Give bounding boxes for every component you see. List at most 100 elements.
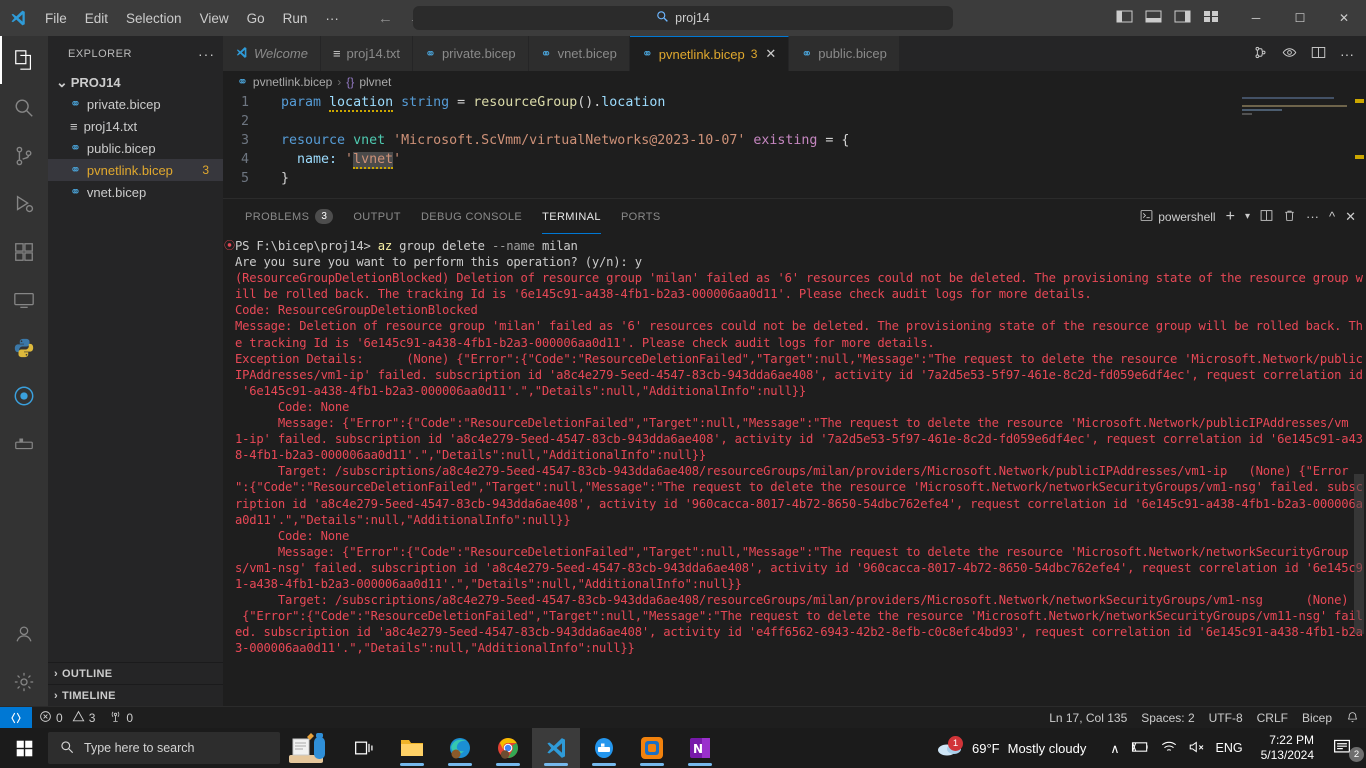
status-encoding[interactable]: UTF-8 [1202,707,1250,729]
command-center[interactable]: proj14 [413,6,953,30]
code-text[interactable]: } [269,169,289,188]
wifi-icon[interactable] [1160,740,1178,757]
customize-layout-icon[interactable] [1203,9,1220,27]
show-hidden-icons-chevron[interactable]: ∧ [1110,741,1119,756]
split-terminal-icon[interactable] [1260,209,1273,225]
file-item-pvnetlink-bicep[interactable]: ⚭ pvnetlink.bicep 3 [48,159,223,181]
menu-more[interactable]: ··· [316,0,348,36]
activity-docker[interactable] [0,420,48,468]
taskbar-docker-desktop[interactable] [580,728,628,768]
terminal-output[interactable]: ⦿PS F:\bicep\proj14> az group delete --n… [223,234,1366,706]
activity-settings-gear-icon[interactable] [0,658,48,706]
remote-window-indicator[interactable] [0,707,32,729]
file-item-proj14-txt[interactable]: ≡ proj14.txt [48,115,223,137]
task-view-button[interactable] [340,728,388,768]
taskbar-search-box[interactable]: Type here to search [48,732,280,764]
volume-muted-icon[interactable] [1188,740,1206,757]
activity-extensions[interactable] [0,228,48,276]
taskbar-file-explorer[interactable] [388,728,436,768]
file-item-private-bicep[interactable]: ⚭ private.bicep [48,93,223,115]
file-item-vnet-bicep[interactable]: ⚭ vnet.bicep [48,181,223,203]
section-timeline[interactable]: › TIMELINE [48,684,223,706]
menu-edit[interactable]: Edit [76,0,117,36]
panel-tab-terminal[interactable]: TERMINAL [532,199,611,234]
menu-view[interactable]: View [191,0,238,36]
kill-terminal-icon[interactable] [1283,209,1296,225]
new-terminal-icon[interactable]: + [1226,208,1235,226]
taskbar-nx-app[interactable] [628,728,676,768]
taskbar-visual-studio-code[interactable] [532,728,580,768]
taskbar-microsoft-edge[interactable] [436,728,484,768]
code-text[interactable]: resource vnet 'Microsoft.ScVmm/virtualNe… [269,131,849,150]
taskbar-google-chrome[interactable] [484,728,532,768]
explorer-root-folder[interactable]: ⌄ PROJ14 [48,71,223,93]
activity-source-control[interactable] [0,132,48,180]
breadcrumb-file[interactable]: pvnetlink.bicep [253,75,332,89]
activity-run-debug[interactable] [0,180,48,228]
taskbar-onenote[interactable]: N [676,728,724,768]
go-back-icon[interactable]: ← [378,10,393,27]
sidebar-more-actions-icon[interactable]: ··· [198,46,215,62]
input-language[interactable]: ENG [1216,741,1243,755]
notifications-bell-icon[interactable] [1339,707,1366,729]
terminal-scrollbar[interactable] [1354,474,1364,634]
panel-tab-debug-console[interactable]: DEBUG CONSOLE [411,199,532,234]
menu-selection[interactable]: Selection [117,0,191,36]
menu-run[interactable]: Run [274,0,317,36]
status-ports[interactable]: 0 [102,707,140,729]
tab-welcome[interactable]: Welcome [223,36,321,71]
code-text[interactable]: name: 'lvnet' [269,150,401,169]
code-text[interactable]: param location string = resourceGroup().… [269,93,665,112]
tab-public-bicep[interactable]: ⚭ public.bicep [789,36,900,71]
terminal-shell-selector[interactable]: powershell [1140,209,1215,225]
split-editor-right-icon[interactable] [1311,45,1326,63]
activity-python[interactable] [0,324,48,372]
taskbar-weather-widget[interactable]: 1 69°F Mostly cloudy [936,737,1086,760]
editor-more-actions-icon[interactable]: ··· [1340,46,1354,62]
open-changes-icon[interactable] [1282,45,1297,63]
battery-icon[interactable] [1130,740,1150,757]
editor-scrollbar[interactable] [1352,93,1366,198]
toggle-primary-sidebar-icon[interactable] [1116,9,1133,27]
activity-azure[interactable] [0,372,48,420]
file-item-public-bicep[interactable]: ⚭ public.bicep [48,137,223,159]
close-window-button[interactable]: ✕ [1322,0,1366,36]
status-cursor-position[interactable]: Ln 17, Col 135 [1042,707,1134,729]
maximize-button[interactable]: ☐ [1278,0,1322,36]
close-panel-icon[interactable]: ✕ [1345,209,1356,225]
status-eol[interactable]: CRLF [1250,707,1295,729]
tab-proj14-txt[interactable]: ≡ proj14.txt [321,36,413,71]
status-language-mode[interactable]: Bicep [1295,707,1339,729]
minimize-button[interactable]: ─ [1234,0,1278,36]
toggle-secondary-sidebar-icon[interactable] [1174,9,1191,27]
terminal-text: 1-a438-4fb1-b2a3-000006aa0d11'.","Detail… [235,577,742,591]
activity-search[interactable] [0,84,48,132]
minimap[interactable] [1242,97,1352,157]
code-editor[interactable]: 1param location string = resourceGroup()… [223,93,1366,198]
notification-center-button[interactable]: 2 [1332,738,1360,759]
tab-close-icon[interactable]: ✕ [765,46,776,62]
panel-tab-output[interactable]: OUTPUT [343,199,411,234]
taskbar-clock[interactable]: 7:22 PM 5/13/2024 [1253,733,1322,763]
section-outline[interactable]: › OUTLINE [48,662,223,684]
split-editor-icon[interactable] [1253,45,1268,63]
start-button[interactable] [0,740,48,757]
panel-more-actions-icon[interactable]: ··· [1306,209,1319,224]
maximize-panel-icon[interactable]: ^ [1329,209,1335,224]
chevron-down-icon[interactable]: ▾ [1245,211,1250,222]
tab-private-bicep[interactable]: ⚭ private.bicep [413,36,529,71]
activity-accounts[interactable] [0,610,48,658]
activity-remote-explorer[interactable] [0,276,48,324]
status-indentation[interactable]: Spaces: 2 [1134,707,1201,729]
activity-explorer[interactable] [0,36,48,84]
status-problems[interactable]: 0 3 [32,707,102,729]
panel-tab-ports[interactable]: PORTS [611,199,671,234]
tab-pvnetlink-bicep[interactable]: ⚭ pvnetlink.bicep 3 ✕ [630,36,790,71]
breadcrumb-symbol[interactable]: plvnet [359,75,391,89]
panel-tab-problems[interactable]: PROBLEMS 3 [235,199,343,234]
toggle-panel-icon[interactable] [1145,9,1162,27]
code-text[interactable] [269,112,281,131]
menu-go[interactable]: Go [238,0,274,36]
tab-vnet-bicep[interactable]: ⚭ vnet.bicep [529,36,630,71]
menu-file[interactable]: File [36,0,76,36]
